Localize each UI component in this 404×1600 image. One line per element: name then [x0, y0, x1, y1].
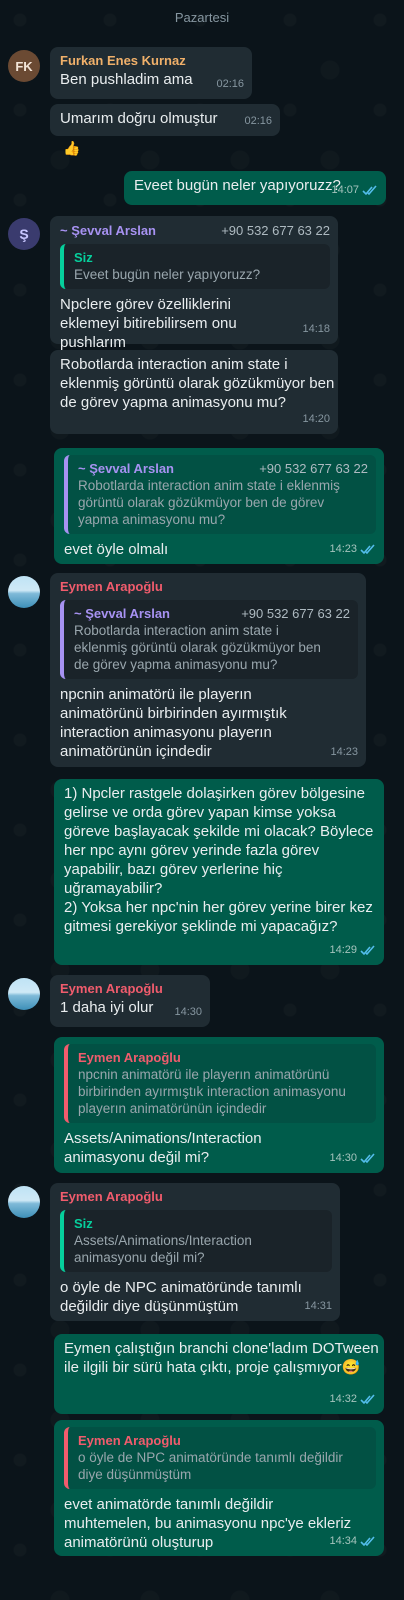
- message-text: Eymen çalıştığın branchi clone'ladım DOT…: [64, 1340, 383, 1376]
- sender-phone: +90 532 677 63 22: [221, 223, 330, 238]
- message-time: 14:18: [302, 323, 330, 335]
- quoted-message[interactable]: ~ Şevval Arslan +90 532 677 63 22 Robotl…: [60, 600, 358, 679]
- quote-author: ~ Şevval Arslan: [78, 461, 174, 476]
- message-bubble[interactable]: Furkan Enes Kurnaz Ben pushladim ama 02:…: [50, 47, 252, 99]
- sender-name[interactable]: Eymen Arapoğlu: [60, 578, 358, 596]
- message-time: 14:30: [174, 1006, 202, 1018]
- sender-name[interactable]: Eymen Arapoğlu: [60, 1188, 332, 1206]
- message-bubble[interactable]: Eymen Arapoğlu 1 daha iyi olur 14:30: [50, 975, 210, 1027]
- message-bubble[interactable]: Eymen çalıştığın branchi clone'ladım DOT…: [54, 1334, 384, 1414]
- date-separator: Pazartesi: [174, 10, 230, 25]
- message-bubble[interactable]: Eymen Arapoğlu Siz Assets/Animations/Int…: [50, 1183, 340, 1321]
- quoted-message[interactable]: Siz Eveet bugün neler yapıyoruzz?: [60, 244, 330, 289]
- read-receipt-icon: [360, 1394, 375, 1405]
- message-bubble[interactable]: Eymen Arapoğlu o öyle de NPC animatöründ…: [54, 1420, 384, 1556]
- message-text: Assets/Animations/Interaction animasyonu…: [64, 1130, 266, 1166]
- quote-text: o öyle de NPC animatöründe tanımlı değil…: [78, 1450, 343, 1482]
- avatar[interactable]: Ş: [8, 218, 40, 250]
- message-bubble[interactable]: Eymen Arapoğlu ~ Şevval Arslan +90 532 6…: [50, 573, 366, 767]
- quoted-message[interactable]: Eymen Arapoğlu o öyle de NPC animatöründ…: [64, 1427, 376, 1489]
- quoted-message[interactable]: Eymen Arapoğlu npcnin animatörü ile play…: [64, 1044, 376, 1123]
- message-text: evet animatörde tanımlı değildir muhteme…: [64, 1496, 356, 1551]
- message-bubble[interactable]: 1) Npcler rastgele dolaşirken görev bölg…: [54, 779, 384, 965]
- message-bubble[interactable]: Eveet bugün neler yapıyoruzz? 14:07: [124, 171, 386, 205]
- message-time: 14:20: [302, 413, 330, 425]
- quote-author: ~ Şevval Arslan: [74, 606, 170, 621]
- message-text: o öyle de NPC animatöründe tanımlı değil…: [60, 1279, 306, 1315]
- quote-author: Eymen Arapoğlu: [78, 1433, 181, 1448]
- quote-author: Eymen Arapoğlu: [78, 1050, 181, 1065]
- message-time: 14:31: [304, 1300, 332, 1312]
- message-time: 14:23: [329, 543, 357, 555]
- message-text: Robotlarda interaction anim state i ekle…: [60, 356, 339, 411]
- message-text: Umarım doğru olmuştur: [60, 110, 218, 127]
- message-bubble[interactable]: Umarım doğru olmuştur 02:16: [50, 104, 280, 136]
- quote-phone: +90 532 677 63 22: [259, 461, 368, 476]
- read-receipt-icon: [360, 544, 375, 555]
- message-text: Npclere görev özelliklerini eklemeyi bit…: [60, 296, 241, 351]
- quoted-message[interactable]: ~ Şevval Arslan +90 532 677 63 22 Robotl…: [64, 455, 376, 534]
- quote-phone: +90 532 677 63 22: [241, 606, 350, 621]
- sender-name[interactable]: Furkan Enes Kurnaz: [60, 52, 244, 70]
- message-bubble[interactable]: Eymen Arapoğlu npcnin animatörü ile play…: [54, 1037, 384, 1173]
- quote-text: Robotlarda interaction anim state i ekle…: [74, 623, 321, 672]
- avatar[interactable]: [8, 1186, 40, 1218]
- sender-name[interactable]: ~ Şevval Arslan: [60, 222, 156, 240]
- message-bubble[interactable]: ~ Şevval Arslan +90 532 677 63 22 Siz Ev…: [50, 216, 338, 351]
- message-time: 14:23: [330, 746, 358, 758]
- quote-author: Siz: [74, 250, 93, 265]
- message-time: 14:30: [329, 1152, 357, 1164]
- avatar[interactable]: FK: [8, 50, 40, 82]
- quote-text: Robotlarda interaction anim state i ekle…: [78, 478, 340, 527]
- read-receipt-icon: [362, 185, 377, 196]
- quote-author: Siz: [74, 1216, 93, 1231]
- message-text: npcnin animatörü ile playerın animatörün…: [60, 686, 291, 760]
- avatar[interactable]: [8, 576, 40, 608]
- message-bubble[interactable]: Robotlarda interaction anim state i ekle…: [50, 350, 338, 434]
- message-time: 02:16: [216, 78, 244, 90]
- read-receipt-icon: [360, 1153, 375, 1164]
- reaction-thumbs-up-icon[interactable]: 👍: [59, 137, 85, 159]
- avatar[interactable]: [8, 978, 40, 1010]
- message-time: 14:29: [329, 944, 357, 956]
- message-time: 02:16: [244, 115, 272, 127]
- quote-text: Eveet bugün neler yapıyoruzz?: [74, 267, 261, 282]
- message-time: 14:34: [329, 1535, 357, 1547]
- message-time: 14:32: [329, 1393, 357, 1405]
- message-text: 1) Npcler rastgele dolaşirken görev bölg…: [64, 785, 374, 935]
- message-time: 14:07: [331, 184, 359, 196]
- quoted-message[interactable]: Siz Assets/Animations/Interaction animas…: [60, 1210, 332, 1272]
- quote-text: npcnin animatörü ile playerın animatörün…: [78, 1067, 346, 1116]
- quote-text: Assets/Animations/Interaction animasyonu…: [74, 1233, 252, 1265]
- sender-name[interactable]: Eymen Arapoğlu: [60, 980, 202, 998]
- read-receipt-icon: [360, 945, 375, 956]
- read-receipt-icon: [360, 1536, 375, 1547]
- message-bubble[interactable]: ~ Şevval Arslan +90 532 677 63 22 Robotl…: [54, 448, 384, 564]
